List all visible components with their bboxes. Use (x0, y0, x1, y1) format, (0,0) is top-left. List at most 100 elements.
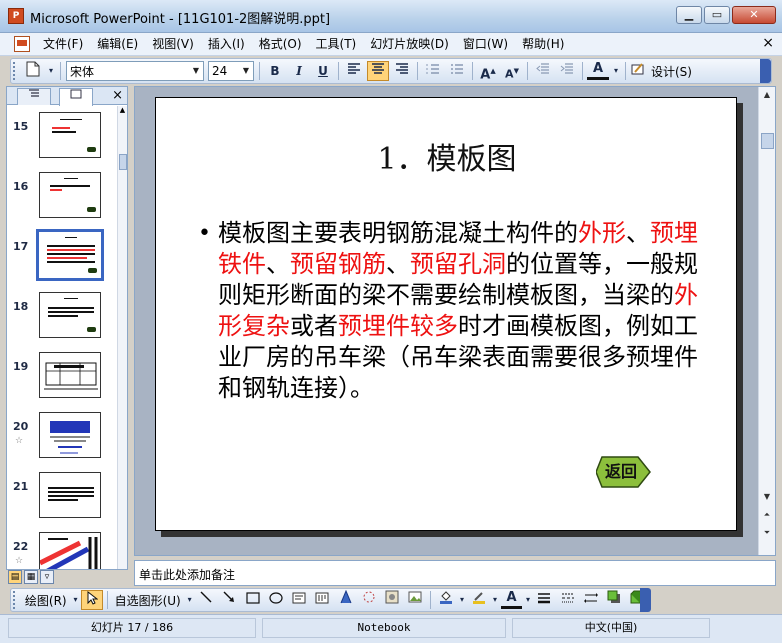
menu-slideshow[interactable]: 幻灯片放映(D) (363, 34, 456, 55)
numbered-list-icon[interactable] (422, 61, 444, 81)
new-document-icon[interactable] (22, 61, 44, 81)
line-style-icon[interactable] (534, 590, 555, 610)
slide-body-text[interactable]: • 模板图主要表明钢筋混凝土构件的外形、预埋铁件、预留钢筋、预留孔洞的位置等，一… (198, 218, 712, 404)
chevron-down-icon[interactable]: ▾ (186, 590, 194, 610)
toolbar-grip[interactable] (13, 591, 18, 609)
italic-button[interactable]: I (288, 61, 310, 81)
arrow-style-icon[interactable] (580, 590, 601, 610)
scroll-up-icon[interactable]: ▲ (759, 87, 775, 103)
slide-thumbnail[interactable] (39, 412, 101, 458)
font-name-combo[interactable]: 宋体 ▼ (66, 61, 204, 81)
bold-button[interactable]: B (264, 61, 286, 81)
autoshapes-button[interactable]: 自选图形(U) (111, 592, 185, 609)
font-color-button[interactable]: A (587, 62, 609, 80)
outline-tab[interactable] (17, 88, 51, 105)
menu-view[interactable]: 视图(V) (145, 34, 201, 55)
slide-thumbnail[interactable] (39, 112, 101, 158)
slide-thumbnail[interactable] (39, 352, 101, 398)
diagram-icon[interactable] (358, 590, 379, 610)
textbox-tool-icon[interactable] (288, 590, 309, 610)
menu-file[interactable]: 文件(F) (36, 34, 90, 55)
return-button[interactable]: 返回 (596, 456, 652, 488)
slide-thumbnail[interactable] (39, 172, 101, 218)
slide-thumbnail-selected[interactable] (36, 229, 104, 281)
thumbnail-slide-16[interactable]: 16 (7, 172, 117, 232)
menu-tools[interactable]: 工具(T) (309, 34, 364, 55)
scrollbar-thumb[interactable] (119, 154, 127, 170)
next-slide-double-down-icon[interactable]: ⏷ (759, 525, 775, 541)
shadow-style-icon[interactable] (604, 590, 625, 610)
arrow-tool-icon[interactable] (219, 590, 240, 610)
slideshow-view-icon[interactable]: ▿ (40, 570, 54, 584)
maximize-button[interactable]: ▭ (704, 6, 730, 24)
thumbnail-slide-17[interactable]: 17 (7, 229, 117, 292)
toolbar-grip[interactable] (13, 62, 18, 80)
document-close-icon[interactable]: × (762, 35, 774, 51)
vertical-textbox-icon[interactable] (312, 590, 333, 610)
toolbar-options-icon[interactable] (760, 59, 771, 83)
thumbnail-scrollbar[interactable]: ▲ (117, 106, 127, 569)
close-icon[interactable]: × (112, 87, 123, 104)
scroll-up-icon[interactable]: ▲ (118, 106, 127, 116)
slide-sorter-view-icon[interactable]: ▦ (24, 570, 38, 584)
chevron-down-icon[interactable]: ▾ (524, 590, 532, 610)
close-button[interactable]: ✕ (732, 6, 776, 24)
thumbnail-slide-20[interactable]: 20 ☆ (7, 412, 117, 472)
draw-menu-button[interactable]: 绘图(R) (21, 592, 71, 609)
thumbnail-slide-18[interactable]: 18 (7, 292, 117, 352)
slides-tab[interactable] (59, 88, 93, 106)
toolbar-options-icon[interactable] (640, 588, 651, 612)
decrease-indent-icon[interactable] (532, 61, 554, 81)
slide-canvas[interactable]: 1．模板图 • 模板图主要表明钢筋混凝土构件的外形、预埋铁件、预留钢筋、预留孔洞… (155, 97, 737, 531)
document-icon[interactable] (14, 36, 30, 52)
minimize-button[interactable]: ▁ (676, 6, 702, 24)
fill-color-icon[interactable] (435, 590, 456, 610)
menu-edit[interactable]: 编辑(E) (90, 34, 145, 55)
notes-pane[interactable]: 单击此处添加备注 (134, 560, 776, 586)
design-button[interactable]: 设计(S) (647, 63, 696, 80)
menu-help[interactable]: 帮助(H) (515, 34, 571, 55)
thumbnail-slide-22[interactable]: 22 ☆ (7, 532, 117, 569)
slide-scrollbar[interactable]: ▲ ▼ ⏶ ⏷ (758, 87, 775, 555)
dash-style-icon[interactable] (557, 590, 578, 610)
font-size-combo[interactable]: 24 ▼ (208, 61, 254, 81)
slide-title[interactable]: 1．模板图 (156, 134, 738, 178)
drawing-font-color-icon[interactable]: A (500, 591, 523, 609)
bulleted-list-icon[interactable] (446, 61, 468, 81)
slide-thumbnails[interactable]: 15 16 17 18 19 20 ☆ 21 22 ☆ (7, 106, 117, 569)
rectangle-tool-icon[interactable] (242, 590, 263, 610)
select-pointer-icon[interactable] (81, 590, 103, 610)
align-right-icon[interactable] (391, 61, 413, 81)
oval-tool-icon[interactable] (265, 590, 286, 610)
decrease-font-icon[interactable]: A▼ (501, 61, 523, 81)
line-tool-icon[interactable] (195, 590, 216, 610)
menu-window[interactable]: 窗口(W) (456, 34, 515, 55)
underline-button[interactable]: U (312, 61, 334, 81)
thumbnail-slide-19[interactable]: 19 (7, 352, 117, 412)
slide-thumbnail[interactable] (39, 292, 101, 338)
clipart-icon[interactable] (381, 590, 402, 610)
increase-font-icon[interactable]: A▲ (477, 61, 499, 82)
menu-format[interactable]: 格式(O) (252, 34, 309, 55)
chevron-down-icon[interactable]: ▼ (189, 62, 203, 80)
chevron-down-icon[interactable]: ▾ (611, 61, 621, 81)
align-left-icon[interactable] (343, 61, 365, 81)
slide-thumbnail[interactable] (39, 532, 101, 569)
menu-insert[interactable]: 插入(I) (201, 34, 252, 55)
previous-slide-double-up-icon[interactable]: ⏶ (759, 507, 775, 523)
line-color-icon[interactable] (468, 590, 489, 610)
chevron-down-icon[interactable]: ▾ (458, 590, 466, 610)
chevron-down-icon[interactable]: ▾ (491, 590, 499, 610)
chevron-down-icon[interactable]: ▼ (239, 62, 253, 80)
new-dropdown-icon[interactable]: ▾ (46, 61, 56, 81)
chevron-down-icon[interactable]: ▾ (72, 590, 80, 610)
thumbnail-slide-15[interactable]: 15 (7, 112, 117, 172)
scrollbar-thumb[interactable] (761, 133, 774, 149)
powerpoint-icon[interactable]: P (8, 8, 24, 24)
picture-icon[interactable] (405, 590, 426, 610)
increase-indent-icon[interactable] (556, 61, 578, 81)
wordart-icon[interactable] (335, 589, 356, 610)
slide-thumbnail[interactable] (39, 472, 101, 518)
previous-slide-icon[interactable]: ▼ (759, 489, 775, 505)
thumbnail-slide-21[interactable]: 21 (7, 472, 117, 532)
